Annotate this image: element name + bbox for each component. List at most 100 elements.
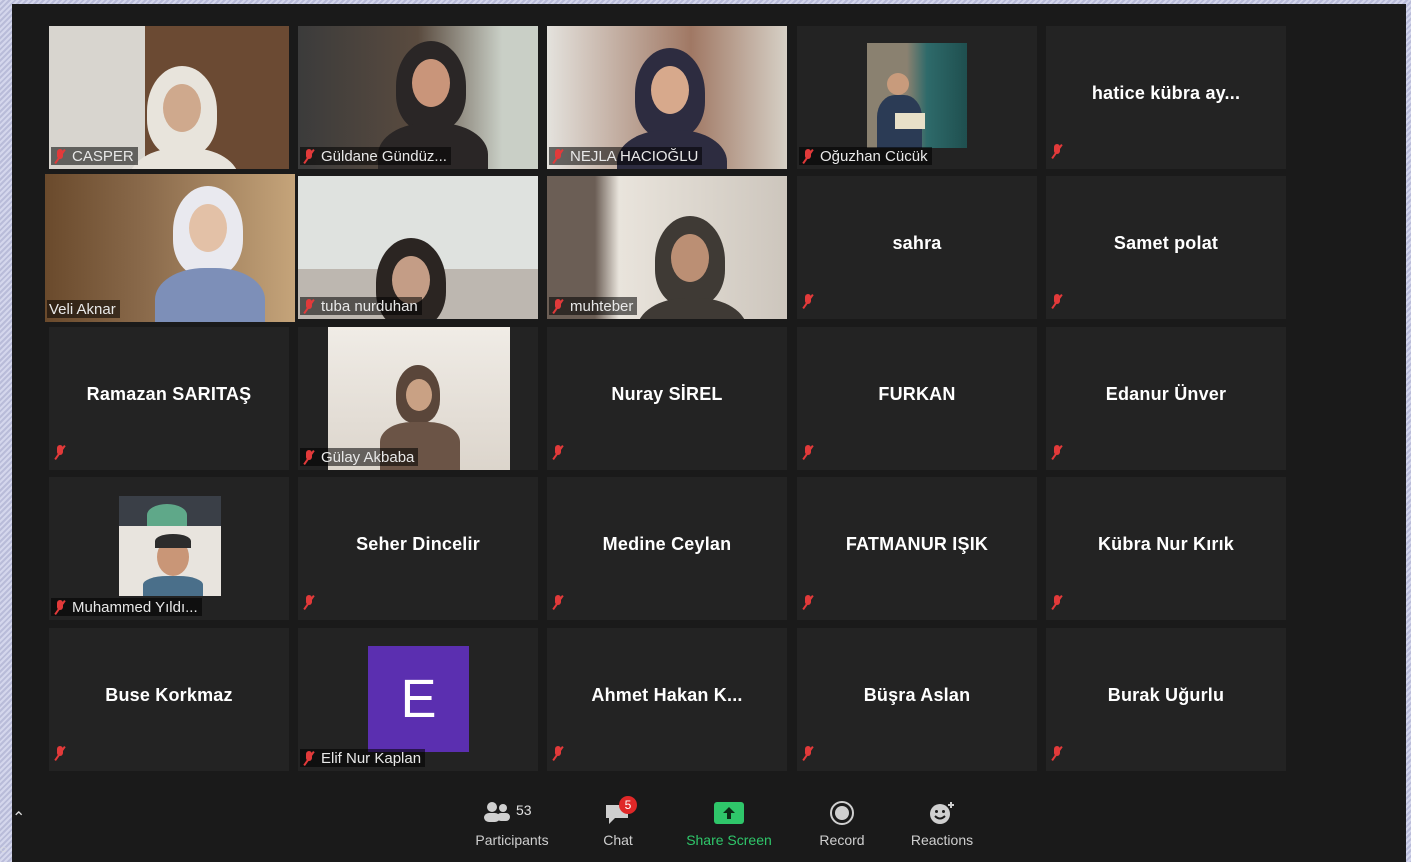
participant-name-label: Güldane Gündüz... bbox=[300, 147, 451, 165]
muted-mic-icon bbox=[302, 595, 316, 609]
muted-mic-icon bbox=[53, 746, 67, 760]
participant-name-label: tuba nurduhan bbox=[300, 297, 422, 315]
participant-tile[interactable]: Veli Aknar bbox=[45, 174, 295, 322]
share-screen-button[interactable]: Share Screen bbox=[682, 800, 776, 848]
muted-mic-icon bbox=[551, 746, 565, 760]
record-button[interactable]: Record bbox=[812, 800, 872, 848]
chat-unread-badge: 5 bbox=[619, 796, 637, 814]
participant-name-label: Elif Nur Kaplan bbox=[300, 749, 426, 767]
participant-tile[interactable]: hatice kübra ay... bbox=[1046, 26, 1286, 169]
participant-name-center: Nuray SİREL bbox=[611, 384, 723, 404]
muted-mic-icon bbox=[302, 149, 316, 163]
participant-name: Oğuzhan Cücük bbox=[820, 147, 928, 165]
muted-mic-icon bbox=[53, 445, 67, 459]
participant-tile[interactable]: Ahmet Hakan K... bbox=[547, 628, 787, 771]
participant-name-center: hatice kübra ay... bbox=[1091, 83, 1241, 103]
muted-mic-icon bbox=[1050, 595, 1064, 609]
participant-name-label: CASPER bbox=[51, 147, 138, 165]
participant-name-center: Ahmet Hakan K... bbox=[591, 685, 743, 705]
participant-tile[interactable]: Güldane Gündüz... bbox=[298, 26, 538, 169]
participant-name-center: Seher Dincelir bbox=[356, 534, 480, 554]
participant-name-center: FATMANUR IŞIK bbox=[845, 534, 989, 554]
muted-mic-icon bbox=[801, 149, 815, 163]
muted-mic-icon bbox=[1050, 144, 1064, 158]
participant-tile[interactable]: Buse Korkmaz bbox=[49, 628, 289, 771]
muted-mic-icon bbox=[1050, 746, 1064, 760]
meeting-toolbar: 53 Participants 5 Chat Share Screen Reco… bbox=[12, 788, 1406, 862]
participants-label: Participants bbox=[475, 832, 549, 848]
participant-tile[interactable]: Ramazan SARITAŞ bbox=[49, 327, 289, 470]
reactions-label: Reactions bbox=[910, 832, 974, 848]
participant-tile[interactable]: Nuray SİREL bbox=[547, 327, 787, 470]
participant-tile[interactable]: tuba nurduhan bbox=[298, 176, 538, 319]
muted-mic-icon bbox=[801, 595, 815, 609]
participant-name: muhteber bbox=[570, 297, 634, 315]
participant-name-center: sahra bbox=[892, 233, 942, 253]
muted-mic-icon bbox=[551, 445, 565, 459]
muted-mic-icon bbox=[53, 600, 67, 614]
participant-tile[interactable]: sahra bbox=[797, 176, 1037, 319]
participant-name: Veli Aknar bbox=[49, 300, 116, 318]
participant-name-center: Edanur Ünver bbox=[1105, 384, 1227, 404]
participant-tile[interactable]: NEJLA HACIOĞLU bbox=[547, 26, 787, 169]
avatar: E bbox=[368, 646, 469, 752]
zoom-meeting-window: CASPER Güldane Gündüz... NEJLA HACIOĞLU Oğu… bbox=[12, 4, 1406, 862]
participant-tile[interactable]: Seher Dincelir bbox=[298, 477, 538, 620]
reactions-icon bbox=[930, 802, 954, 824]
participant-name-center: Burak Uğurlu bbox=[1107, 685, 1225, 705]
participant-name-center: Samet polat bbox=[1113, 233, 1219, 253]
participant-tile[interactable]: Muhammed Yıldı... bbox=[49, 477, 289, 620]
participants-button[interactable]: 53 Participants bbox=[472, 800, 552, 848]
participant-tile[interactable]: muhteber bbox=[547, 176, 787, 319]
participant-name: tuba nurduhan bbox=[321, 297, 418, 315]
share-screen-label: Share Screen bbox=[686, 832, 772, 848]
participant-tile[interactable]: Kübra Nur Kırık bbox=[1046, 477, 1286, 620]
chat-label: Chat bbox=[603, 832, 633, 848]
participant-tile[interactable]: FURKAN bbox=[797, 327, 1037, 470]
participant-name: Güldane Gündüz... bbox=[321, 147, 447, 165]
participant-name-center: Ramazan SARITAŞ bbox=[86, 384, 252, 404]
record-label: Record bbox=[819, 832, 865, 848]
participant-tile[interactable]: Samet polat bbox=[1046, 176, 1286, 319]
muted-mic-icon bbox=[1050, 445, 1064, 459]
participant-tile[interactable]: E Elif Nur Kaplan bbox=[298, 628, 538, 771]
video-feed bbox=[867, 43, 967, 148]
muted-mic-icon bbox=[551, 149, 565, 163]
participant-tile[interactable]: Burak Uğurlu bbox=[1046, 628, 1286, 771]
participant-name-label: Oğuzhan Cücük bbox=[799, 147, 932, 165]
chevron-up-icon[interactable]: ⌃ bbox=[12, 808, 25, 828]
muted-mic-icon bbox=[302, 751, 316, 765]
participant-name-label: Muhammed Yıldı... bbox=[51, 598, 202, 616]
participant-name-center: Buse Korkmaz bbox=[105, 685, 233, 705]
video-feed bbox=[119, 496, 221, 596]
muted-mic-icon bbox=[302, 450, 316, 464]
participant-name-center: Medine Ceylan bbox=[602, 534, 732, 554]
muted-mic-icon bbox=[801, 746, 815, 760]
record-icon bbox=[830, 801, 854, 825]
participant-name: Muhammed Yıldı... bbox=[72, 598, 198, 616]
muted-mic-icon bbox=[53, 149, 67, 163]
participant-tile[interactable]: FATMANUR IŞIK bbox=[797, 477, 1037, 620]
window-edge-glyph: ○ bbox=[0, 842, 8, 856]
participant-tile[interactable]: CASPER bbox=[49, 26, 289, 169]
muted-mic-icon bbox=[551, 299, 565, 313]
participant-tile[interactable]: Gülay Akbaba bbox=[298, 327, 538, 470]
participant-name: CASPER bbox=[72, 147, 134, 165]
muted-mic-icon bbox=[801, 445, 815, 459]
participant-name-label: Veli Aknar bbox=[47, 300, 120, 318]
participant-name: NEJLA HACIOĞLU bbox=[570, 147, 699, 165]
participant-name-label: muhteber bbox=[549, 297, 638, 315]
muted-mic-icon bbox=[1050, 294, 1064, 308]
participant-name-center: FURKAN bbox=[878, 384, 956, 404]
participant-name-center: Kübra Nur Kırık bbox=[1097, 534, 1235, 554]
share-screen-icon bbox=[714, 802, 744, 824]
participant-tile[interactable]: Medine Ceylan bbox=[547, 477, 787, 620]
muted-mic-icon bbox=[302, 299, 316, 313]
participant-tile[interactable]: Büşra Aslan bbox=[797, 628, 1037, 771]
participant-tile[interactable]: Edanur Ünver bbox=[1046, 327, 1286, 470]
participant-count: 53 bbox=[516, 802, 532, 818]
participant-tile[interactable]: Oğuzhan Cücük bbox=[797, 26, 1037, 169]
participant-name-center: Büşra Aslan bbox=[863, 685, 971, 705]
reactions-button[interactable]: Reactions bbox=[906, 800, 978, 848]
chat-button[interactable]: 5 Chat bbox=[588, 796, 648, 848]
